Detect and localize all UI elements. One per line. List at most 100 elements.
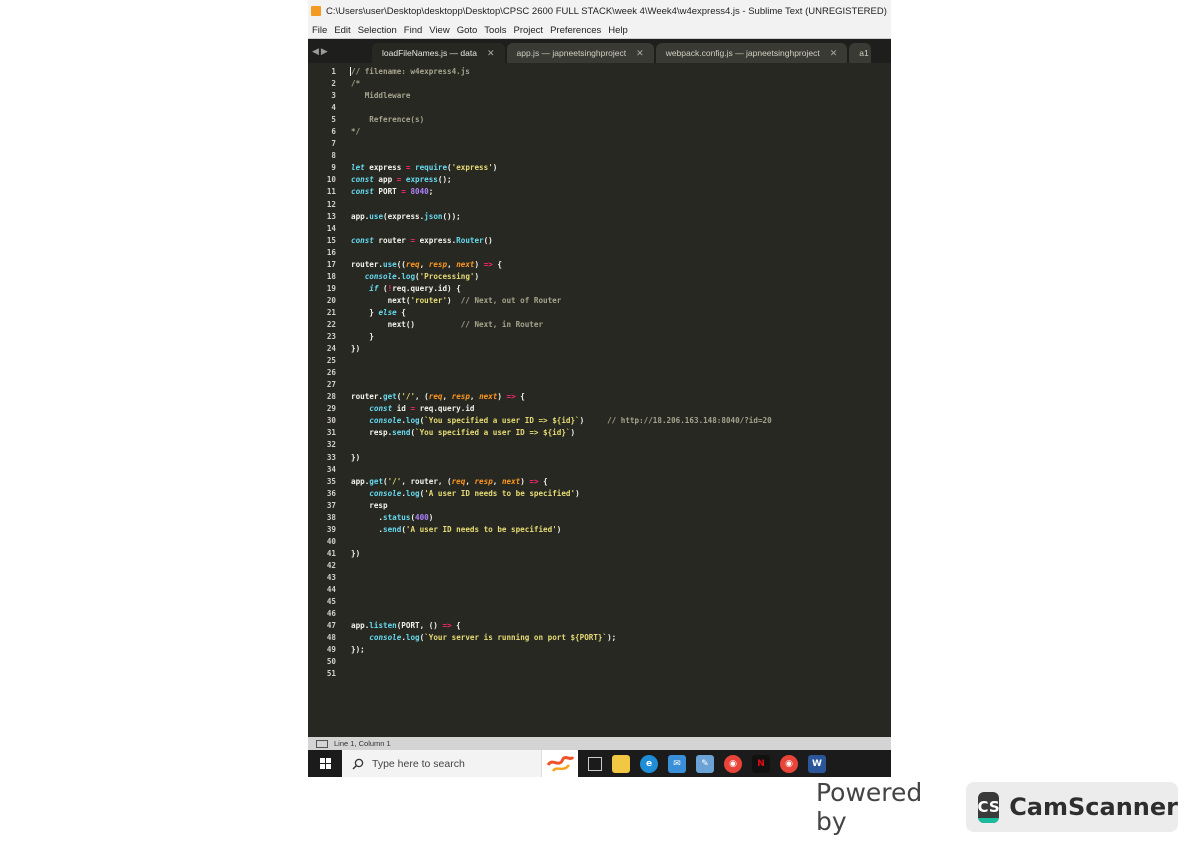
menu-tools[interactable]: Tools [484, 25, 506, 36]
code-line[interactable]: resp [351, 500, 891, 512]
line-number: 15 [326, 235, 336, 245]
taskbar-search-box[interactable]: Type here to search [342, 750, 542, 777]
chrome-alt-icon[interactable]: ◉ [780, 754, 798, 773]
code-line[interactable]: if (!req.query.id) { [351, 283, 891, 295]
code-line[interactable]: router.get('/', (req, resp, next) => { [351, 391, 891, 403]
code-line[interactable]: app.use(express.json()); [351, 211, 891, 223]
code-line[interactable]: const id = req.query.id [351, 403, 891, 415]
panel-toggle-icon[interactable] [316, 739, 328, 748]
code-line[interactable]: const PORT = 8040; [351, 186, 891, 198]
code-line[interactable]: .status(400) [351, 512, 891, 524]
cursor-position: Line 1, Column 1 [334, 739, 391, 748]
code-line[interactable] [351, 584, 891, 596]
code-line[interactable] [351, 199, 891, 211]
edge-icon[interactable]: e [640, 754, 658, 773]
menu-preferences[interactable]: Preferences [550, 25, 601, 36]
code-line[interactable]: }) [351, 548, 891, 560]
tab-nav-arrows-icon[interactable]: ◀▶ [312, 46, 372, 57]
code-area[interactable]: // filename: w4express4.js/* Middleware … [350, 66, 891, 736]
code-line[interactable]: console.log('A user ID needs to be speci… [351, 488, 891, 500]
cortana-icon[interactable] [542, 750, 578, 777]
code-line[interactable] [351, 150, 891, 162]
code-line[interactable] [351, 223, 891, 235]
code-line[interactable] [351, 379, 891, 391]
line-number: 36 [326, 488, 336, 498]
menu-view[interactable]: View [429, 25, 449, 36]
chrome-icon[interactable]: ◉ [724, 754, 742, 773]
code-line[interactable]: .send('A user ID needs to be specified') [351, 524, 891, 536]
code-line[interactable]: }); [351, 644, 891, 656]
code-line[interactable] [351, 596, 891, 608]
code-line[interactable]: next() // Next, in Router [351, 319, 891, 331]
close-icon[interactable]: ✕ [830, 48, 838, 59]
mail-icon[interactable]: ✉ [668, 754, 686, 773]
close-icon[interactable]: ✕ [487, 48, 495, 59]
menu-selection[interactable]: Selection [358, 25, 397, 36]
menu-bar: File Edit Selection Find View Goto Tools… [308, 22, 891, 39]
code-line[interactable] [351, 367, 891, 379]
code-line[interactable] [351, 536, 891, 548]
code-line[interactable] [351, 355, 891, 367]
menu-file[interactable]: File [312, 25, 327, 36]
start-button[interactable] [308, 750, 342, 777]
code-line[interactable]: const router = express.Router() [351, 235, 891, 247]
code-line[interactable]: const app = express(); [351, 174, 891, 186]
code-line[interactable]: app.listen(PORT, () => { [351, 620, 891, 632]
tab-app-js[interactable]: app.js — japneetsinghproject ✕ [506, 43, 654, 63]
code-line[interactable]: // filename: w4express4.js [350, 66, 891, 78]
code-editor[interactable]: 1 2 3 4 5 6 7 8 9 10 11 12 13 14 15 16 17 18 19 20 21 22 23 24 2… [308, 66, 891, 736]
task-view-icon[interactable] [588, 756, 602, 771]
code-line[interactable]: let express = require('express') [351, 162, 891, 174]
line-number: 1 [331, 67, 336, 76]
line-number: 50 [326, 657, 336, 667]
code-line[interactable]: } else { [351, 307, 891, 319]
code-line[interactable] [351, 247, 891, 259]
window-title: C:\Users\user\Desktop\desktopp\Desktop\C… [326, 5, 887, 17]
code-line[interactable]: console.log('Processing') [351, 271, 891, 283]
code-line[interactable] [351, 608, 891, 620]
code-line[interactable] [351, 439, 891, 451]
file-explorer-icon[interactable] [612, 754, 630, 773]
notepad-icon[interactable]: ✎ [696, 754, 714, 773]
tab-a1[interactable]: a1 [849, 43, 871, 63]
code-line[interactable] [351, 560, 891, 572]
code-line[interactable]: router.use((req, resp, next) => { [351, 259, 891, 271]
line-number: 28 [326, 392, 336, 402]
menu-goto[interactable]: Goto [457, 25, 478, 36]
line-number: 40 [326, 536, 336, 546]
menu-find[interactable]: Find [404, 25, 422, 36]
code-line[interactable]: console.log(`You specified a user ID => … [351, 415, 891, 427]
menu-edit[interactable]: Edit [334, 25, 350, 36]
netflix-icon[interactable]: N [752, 754, 770, 773]
menu-help[interactable]: Help [608, 25, 628, 36]
line-number: 8 [331, 151, 336, 161]
code-line[interactable]: }) [351, 343, 891, 355]
code-line[interactable]: } [351, 331, 891, 343]
code-line[interactable]: next('router') // Next, out of Router [351, 295, 891, 307]
close-icon[interactable]: ✕ [636, 48, 644, 59]
code-line[interactable] [351, 464, 891, 476]
code-line[interactable]: resp.send(`You specified a user ID => ${… [351, 427, 891, 439]
code-line[interactable]: Reference(s) [351, 114, 891, 126]
code-line[interactable]: }) [351, 452, 891, 464]
line-number: 17 [326, 259, 336, 269]
line-number: 30 [326, 416, 336, 426]
word-icon[interactable]: W [808, 754, 826, 773]
tab-loadfilenames[interactable]: loadFileNames.js — data ✕ [372, 43, 505, 63]
code-line[interactable]: */ [351, 126, 891, 138]
line-number: 20 [326, 295, 336, 305]
code-line[interactable]: console.log(`Your server is running on p… [351, 632, 891, 644]
sublime-window: C:\Users\user\Desktop\desktopp\Desktop\C… [308, 0, 891, 777]
code-line[interactable]: /* [351, 78, 891, 90]
line-number: 16 [326, 247, 336, 257]
code-line[interactable] [351, 138, 891, 150]
menu-project[interactable]: Project [513, 25, 543, 36]
code-line[interactable]: app.get('/', router, (req, resp, next) =… [351, 476, 891, 488]
code-line[interactable]: Middleware [351, 90, 891, 102]
code-line[interactable] [351, 668, 891, 680]
code-line[interactable] [351, 572, 891, 584]
code-line[interactable] [351, 656, 891, 668]
code-line[interactable] [351, 102, 891, 114]
line-number: 47 [326, 621, 336, 631]
tab-webpack-config[interactable]: webpack.config.js — japneetsinghproject … [655, 43, 848, 63]
